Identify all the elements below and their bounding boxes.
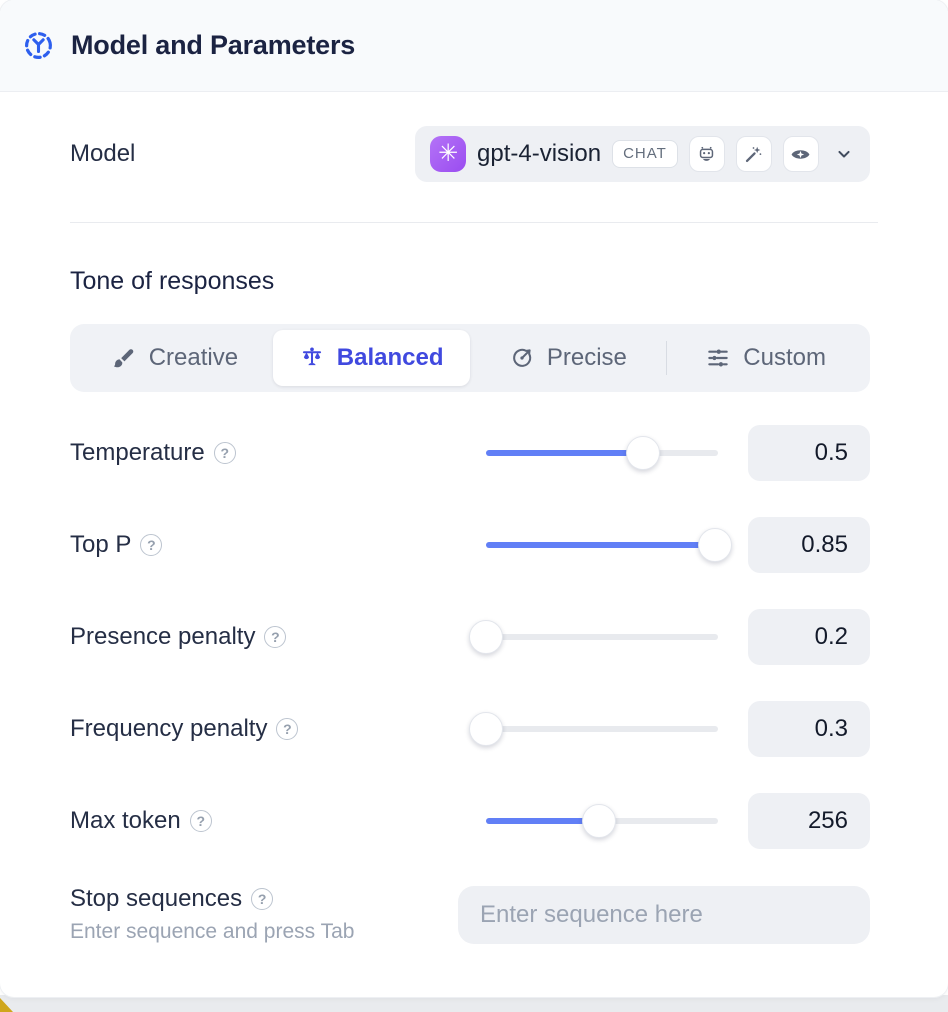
model-select[interactable]: ✳ gpt-4-vision CHAT	[415, 126, 870, 182]
sliders-icon	[705, 345, 731, 371]
temperature-slider[interactable]	[486, 436, 718, 470]
model-parameters-panel: Model and Parameters Model ✳ gpt-4-visio…	[0, 0, 948, 997]
presence-penalty-slider[interactable]	[486, 620, 718, 654]
model-name: gpt-4-vision	[477, 140, 601, 168]
tone-option-precise[interactable]: Precise	[470, 330, 667, 386]
frequency-penalty-row: Frequency penalty 0.3	[70, 701, 870, 757]
max-token-value[interactable]: 256	[748, 793, 870, 849]
panel-body: Model ✳ gpt-4-vision CHAT	[0, 126, 948, 944]
openai-logo-icon: ✳	[430, 136, 466, 172]
tone-segmented-control: Creative Balanced	[70, 324, 870, 392]
panel-header: Model and Parameters	[0, 0, 948, 92]
slider-thumb[interactable]	[698, 528, 732, 562]
temperature-label: Temperature	[70, 439, 486, 467]
chevron-down-icon	[834, 144, 854, 164]
max-token-row: Max token 256	[70, 793, 870, 849]
help-icon[interactable]	[251, 888, 273, 910]
stop-sequence-input[interactable]	[458, 886, 870, 944]
frequency-penalty-value[interactable]: 0.3	[748, 701, 870, 757]
frequency-penalty-label: Frequency penalty	[70, 715, 486, 743]
chat-assistant-icon	[689, 136, 725, 172]
slider-thumb[interactable]	[469, 712, 503, 746]
model-parameters-icon	[22, 30, 54, 62]
tone-option-label: Precise	[547, 344, 627, 372]
tone-option-custom[interactable]: Custom	[667, 330, 864, 386]
presence-penalty-row: Presence penalty 0.2	[70, 609, 870, 665]
top-p-label: Top P	[70, 531, 486, 559]
stop-sequences-helper: Enter sequence and press Tab	[70, 920, 354, 944]
tone-option-label: Balanced	[337, 344, 444, 372]
tone-option-label: Custom	[743, 344, 826, 372]
max-token-slider[interactable]	[486, 804, 718, 838]
openai-logo-glyph: ✳	[438, 142, 458, 166]
top-p-slider[interactable]	[486, 528, 718, 562]
target-icon	[509, 345, 535, 371]
scales-icon	[299, 345, 325, 371]
help-icon[interactable]	[190, 810, 212, 832]
slider-thumb[interactable]	[626, 436, 660, 470]
tone-heading: Tone of responses	[70, 267, 878, 296]
temperature-row: Temperature 0.5	[70, 425, 870, 481]
parameters-section: Temperature 0.5 Top P	[70, 425, 878, 849]
presence-penalty-value[interactable]: 0.2	[748, 609, 870, 665]
presence-penalty-label: Presence penalty	[70, 623, 486, 651]
stop-sequences-row: Stop sequences Enter sequence and press …	[70, 885, 878, 944]
max-token-label: Max token	[70, 807, 486, 835]
slider-thumb[interactable]	[582, 804, 616, 838]
help-icon[interactable]	[140, 534, 162, 556]
page-bottom-strip	[0, 995, 948, 1012]
panel-title: Model and Parameters	[71, 30, 355, 61]
top-p-value[interactable]: 0.85	[748, 517, 870, 573]
vision-eye-icon	[783, 136, 819, 172]
temperature-value[interactable]: 0.5	[748, 425, 870, 481]
magic-wand-icon	[736, 136, 772, 172]
help-icon[interactable]	[214, 442, 236, 464]
model-type-badge: CHAT	[612, 140, 678, 168]
help-icon[interactable]	[264, 626, 286, 648]
help-icon[interactable]	[276, 718, 298, 740]
slider-thumb[interactable]	[469, 620, 503, 654]
stop-sequences-labels: Stop sequences Enter sequence and press …	[70, 885, 354, 944]
frequency-penalty-slider[interactable]	[486, 712, 718, 746]
stop-sequences-label: Stop sequences	[70, 885, 354, 913]
top-p-row: Top P 0.85	[70, 517, 870, 573]
model-row: Model ✳ gpt-4-vision CHAT	[70, 126, 878, 182]
tone-option-label: Creative	[149, 344, 238, 372]
paintbrush-icon	[111, 345, 137, 371]
section-divider	[70, 222, 878, 223]
page-background: Model and Parameters Model ✳ gpt-4-visio…	[0, 0, 948, 1012]
model-label: Model	[70, 140, 135, 168]
tone-option-creative[interactable]: Creative	[76, 330, 273, 386]
tone-option-balanced[interactable]: Balanced	[273, 330, 470, 386]
